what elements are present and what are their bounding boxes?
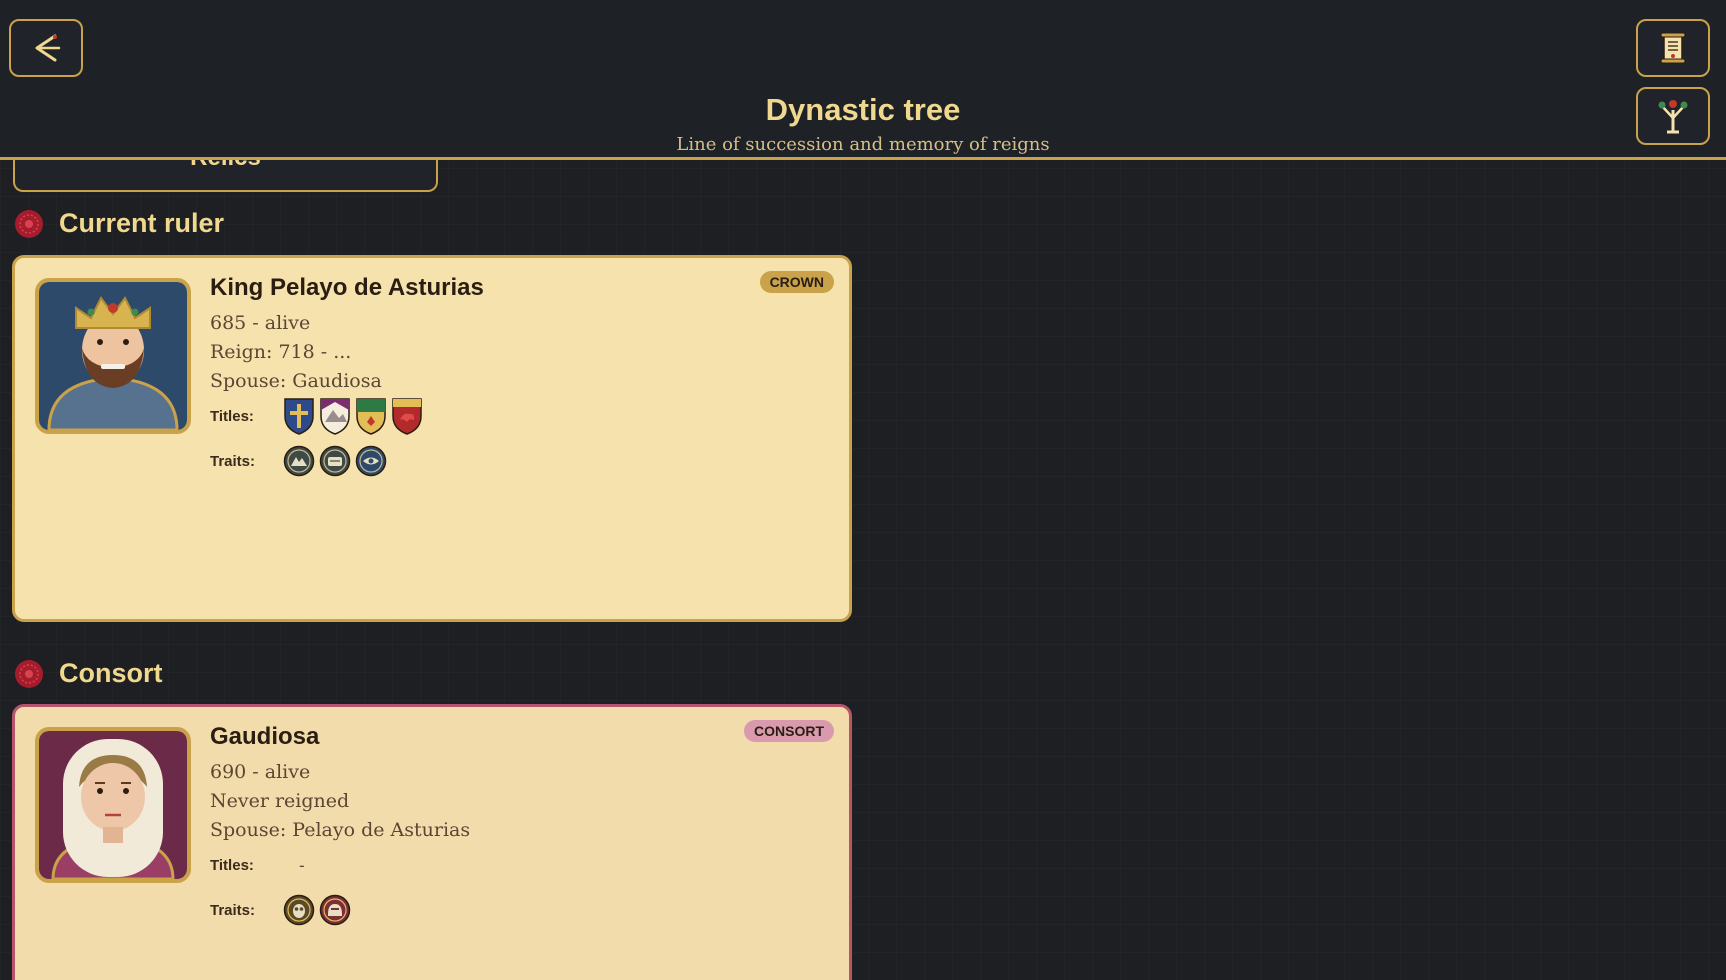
current-ruler-heading: Current ruler	[14, 208, 224, 239]
ruler-spouse: Spouse: Gaudiosa	[210, 370, 382, 392]
page-subtitle: Line of succession and memory of reigns	[676, 134, 1050, 155]
consort-heading: Consort	[14, 658, 163, 689]
mountain-trait-icon[interactable]	[283, 445, 315, 477]
owl-trait-icon[interactable]	[283, 894, 315, 926]
ruler-card[interactable]: King Pelayo de Asturias CROWN 685 - aliv…	[12, 255, 852, 622]
eye-trait-icon[interactable]	[355, 445, 387, 477]
back-button[interactable]	[9, 19, 83, 77]
king-portrait-icon	[39, 282, 187, 430]
mountain-shield-icon[interactable]	[319, 396, 351, 436]
scroll-icon	[1660, 32, 1686, 64]
rose-icon	[15, 659, 43, 688]
queen-portrait-icon	[39, 731, 187, 879]
green-shield-icon[interactable]	[355, 396, 387, 436]
tree-icon	[1658, 100, 1688, 134]
titles-label: Titles:	[210, 408, 254, 425]
consort-reign: Never reigned	[210, 790, 350, 812]
cross-shield-icon[interactable]	[283, 396, 315, 436]
scroll-trait-icon[interactable]	[319, 445, 351, 477]
helmet-trait-icon[interactable]	[319, 894, 351, 926]
consort-titles-value: -	[299, 856, 305, 875]
ruler-name: King Pelayo de Asturias	[210, 274, 484, 301]
traits-label: Traits:	[210, 453, 256, 470]
ruler-titles	[283, 396, 423, 436]
traits-label: Traits:	[210, 902, 256, 919]
top-header: Dynastic tree Line of succession and mem…	[0, 0, 1726, 160]
consort-name: Gaudiosa	[210, 723, 320, 750]
consort-card[interactable]: Gaudiosa CONSORT 690 - alive Never reign…	[12, 704, 852, 980]
ruler-lifespan: 685 - alive	[210, 312, 311, 334]
ruler-traits	[283, 445, 387, 477]
rose-icon	[15, 209, 43, 238]
consort-lifespan: 690 - alive	[210, 761, 311, 783]
section-title: Current ruler	[59, 208, 225, 238]
section-title: Consort	[59, 658, 163, 688]
back-arrow-icon	[35, 34, 61, 62]
consort-portrait	[35, 727, 191, 883]
page-title: Dynastic tree	[765, 92, 961, 127]
consort-spouse: Spouse: Pelayo de Asturias	[210, 819, 471, 841]
red-dragon-shield-icon[interactable]	[391, 396, 423, 436]
consort-traits	[283, 894, 351, 926]
ruler-reign: Reign: 718 - ...	[210, 341, 352, 363]
dynastic-tree-button[interactable]	[1636, 87, 1710, 145]
crown-badge: CROWN	[759, 271, 834, 293]
titles-label: Titles:	[210, 857, 254, 874]
consort-badge: CONSORT	[744, 720, 834, 742]
chronicle-button[interactable]	[1636, 19, 1710, 77]
ruler-portrait	[35, 278, 191, 434]
